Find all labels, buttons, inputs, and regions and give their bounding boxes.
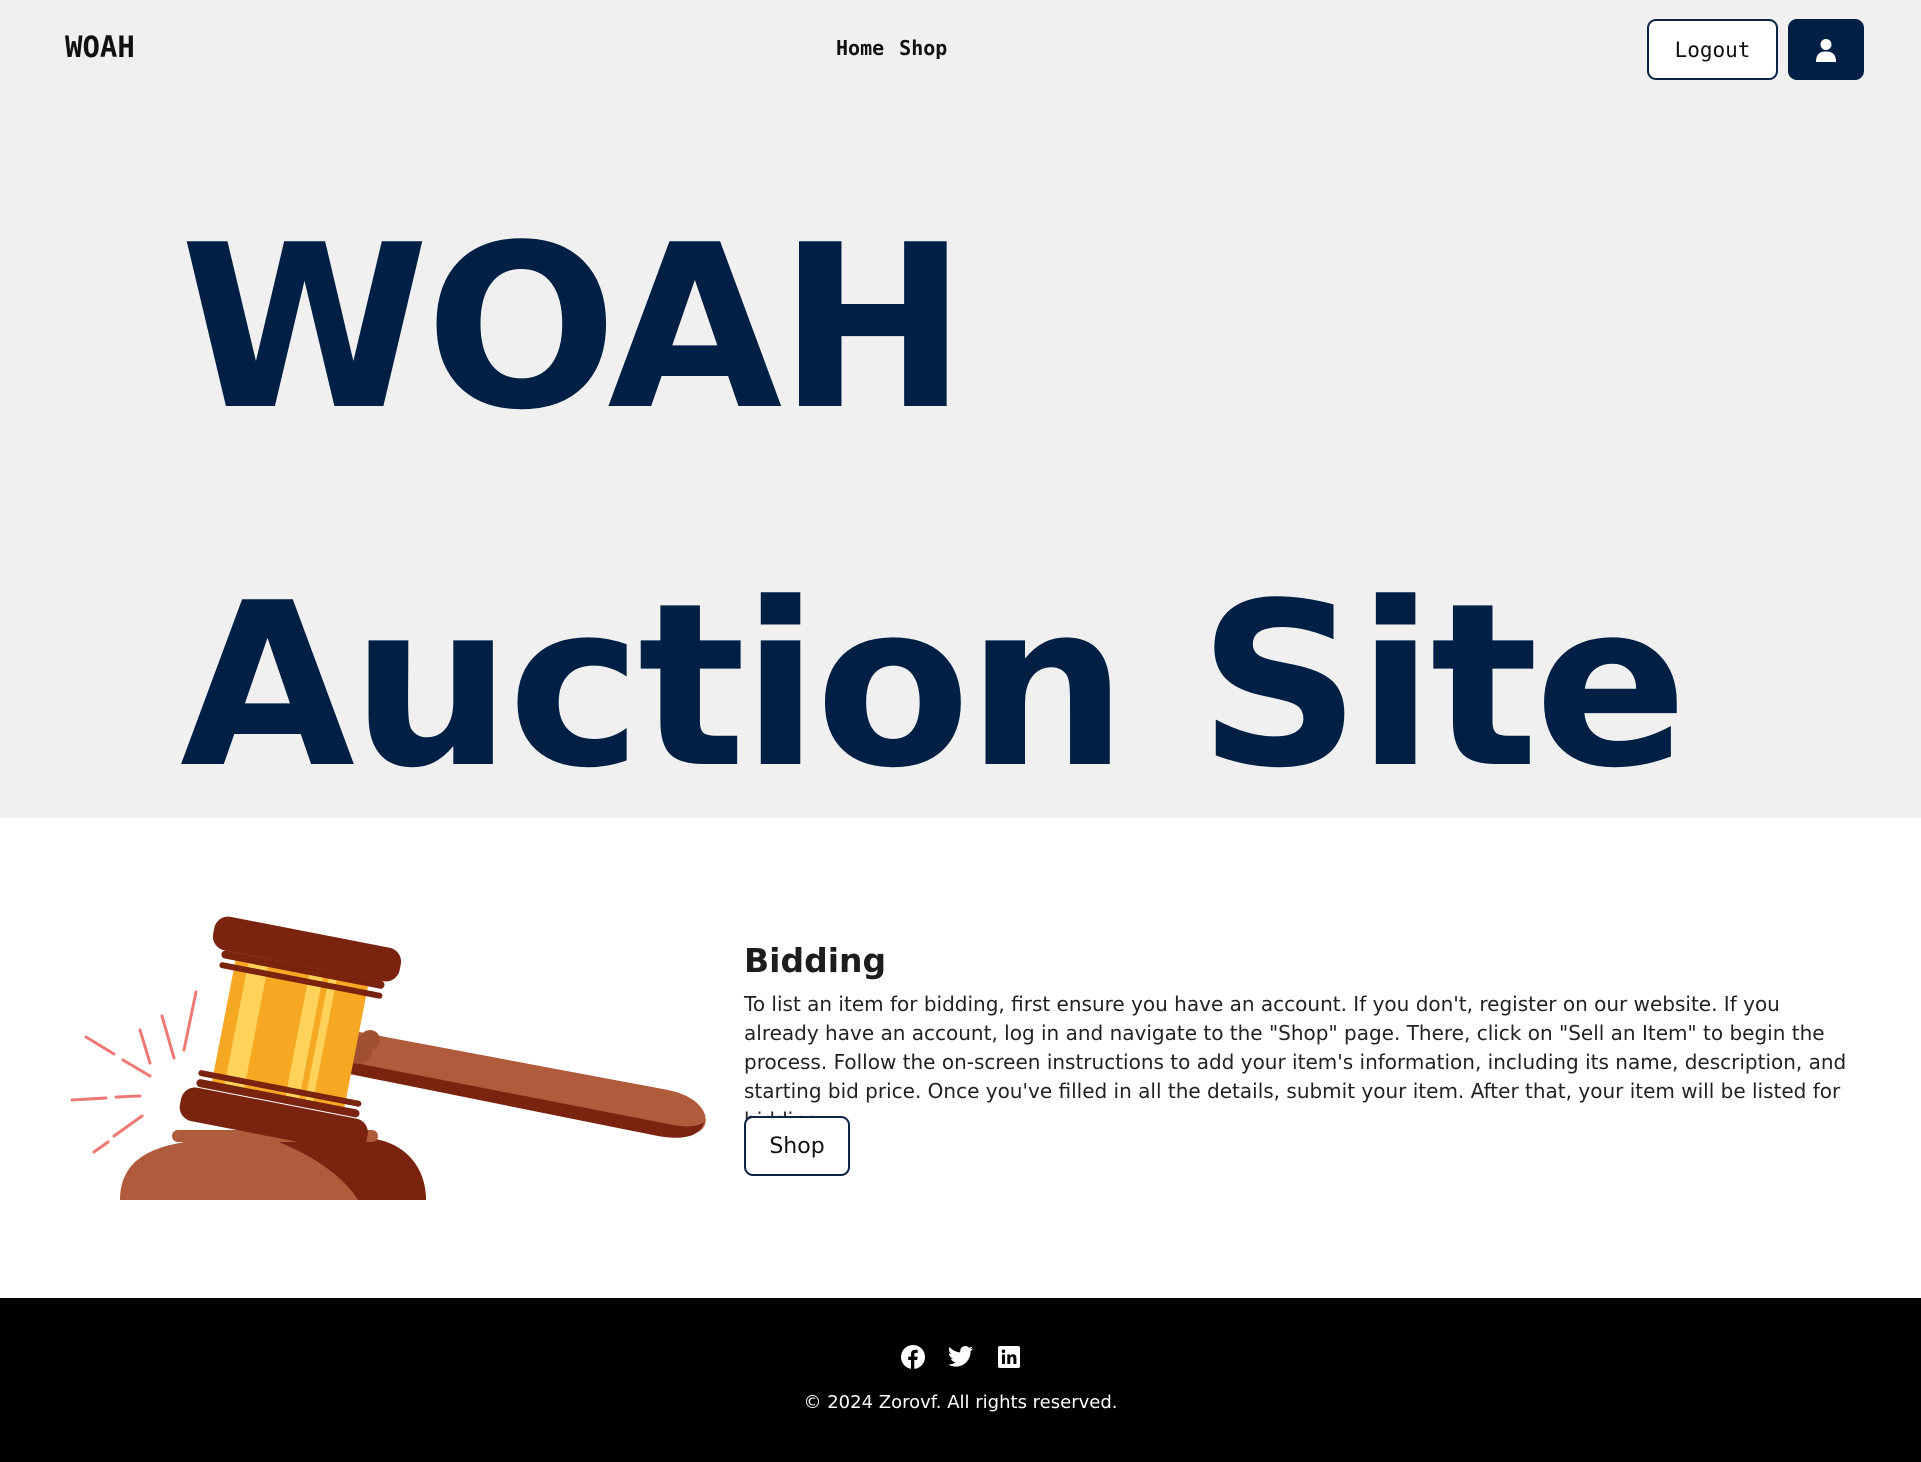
- copyright-text: © 2024 Zorovf. All rights reserved.: [803, 1392, 1118, 1413]
- nav-link-home[interactable]: Home: [836, 36, 884, 60]
- bidding-title: Bidding: [744, 941, 887, 980]
- bidding-description: To list an item for bidding, first ensur…: [744, 992, 1847, 1132]
- shop-button[interactable]: Shop: [744, 1116, 850, 1176]
- hero-title-line2: Auction Site: [180, 555, 1688, 818]
- twitter-icon[interactable]: [948, 1344, 973, 1369]
- footer: © 2024 Zorovf. All rights reserved.: [0, 1298, 1921, 1462]
- nav-links: Home Shop: [836, 36, 947, 60]
- social-links: [900, 1344, 1021, 1369]
- brand-logo[interactable]: WOAH: [65, 30, 135, 64]
- hero-title-line1: WOAH: [180, 197, 967, 460]
- nav-link-shop[interactable]: Shop: [899, 36, 947, 60]
- logout-button[interactable]: Logout: [1647, 19, 1778, 80]
- hero-title: WOAH Auction Site: [180, 150, 1688, 866]
- user-profile-button[interactable]: [1788, 19, 1864, 80]
- facebook-icon[interactable]: [900, 1344, 925, 1369]
- gavel-illustration: [70, 916, 706, 1200]
- user-icon: [1816, 38, 1836, 62]
- linkedin-icon[interactable]: [996, 1344, 1021, 1369]
- hero-section: WOAH Home Shop Logout WOAH Auction Site: [0, 0, 1921, 818]
- navbar: WOAH Home Shop Logout: [0, 0, 1921, 100]
